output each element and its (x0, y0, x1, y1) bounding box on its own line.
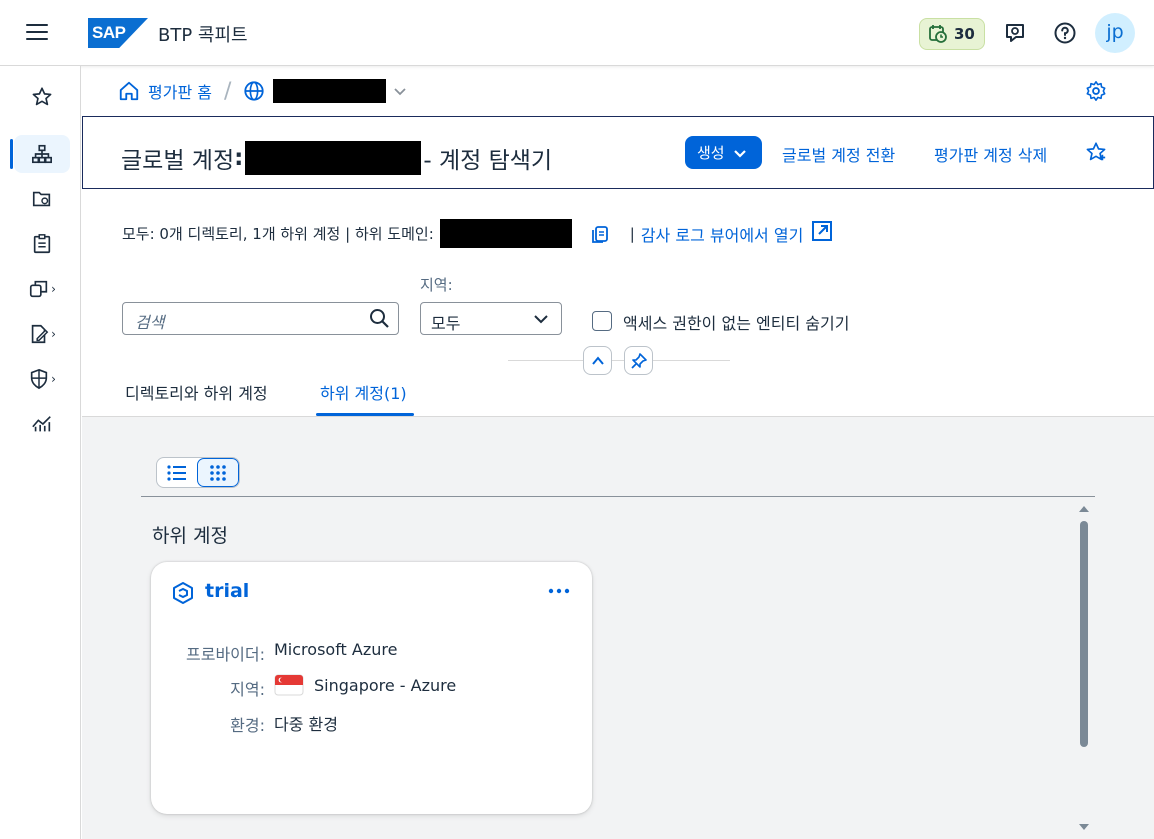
region-value: Singapore - Azure (314, 676, 457, 695)
scroll-up-icon[interactable] (1076, 503, 1092, 515)
nav-services[interactable]: › (14, 270, 70, 308)
search-input[interactable]: 검색 (122, 302, 399, 335)
object-header: 글로벌 계정 : - 계정 탐색기 생성 글로벌 계정 전환 평가판 계정 삭제 (82, 116, 1154, 189)
list-icon (167, 464, 186, 481)
nav-connectivity[interactable]: › (14, 315, 70, 353)
globe-icon[interactable] (243, 80, 265, 102)
list-view-button[interactable] (157, 458, 197, 487)
calendar-clock-icon (929, 25, 947, 43)
pin-icon (630, 352, 647, 369)
analytics-icon (32, 416, 51, 432)
nav-boosters[interactable] (14, 180, 70, 218)
environment-label: 환경: (230, 716, 265, 735)
page-title-colon: : (234, 145, 244, 171)
product-title: BTP 콕피트 (158, 25, 248, 46)
more-options-icon[interactable] (547, 582, 571, 600)
nav-usage-analytics[interactable] (14, 405, 70, 443)
create-button-label: 생성 (697, 144, 725, 162)
summary-text: 모두: 0개 디렉토리, 1개 하위 계정 | 하위 도메인: (122, 225, 434, 243)
region-filter-label: 지역: (420, 276, 453, 294)
chevron-up-icon (591, 355, 604, 365)
page-title-suffix: - 계정 탐색기 (423, 148, 553, 174)
subaccount-name-link[interactable]: trial (205, 580, 249, 602)
subaccount-icon (173, 582, 193, 604)
breadcrumb: 평가판 홈 / (82, 67, 1154, 115)
shield-icon (30, 368, 48, 390)
chevron-down-icon (534, 315, 548, 324)
provider-field: 프로바이더: (151, 641, 265, 664)
create-button[interactable]: 생성 (685, 136, 762, 169)
page-title-prefix: 글로벌 계정 (121, 148, 235, 174)
info-separator: | (629, 224, 635, 243)
collapse-header-button[interactable] (583, 346, 612, 375)
environment-field: 환경: (151, 712, 265, 735)
breadcrumb-home[interactable]: 평가판 홈 (148, 79, 212, 103)
audit-log-link[interactable]: 감사 로그 뷰어에서 열기 (641, 222, 803, 246)
tab-subaccounts[interactable]: 하위 계정(1) (320, 380, 407, 404)
scroll-down-icon[interactable] (1076, 821, 1092, 833)
hide-inaccessible-checkbox[interactable] (592, 311, 612, 331)
settings-icon[interactable] (1085, 80, 1107, 102)
nav-service-marketplace[interactable] (14, 225, 70, 263)
redacted-account-name (273, 79, 387, 103)
redacted-subdomain (439, 219, 572, 248)
edit-document-icon (31, 324, 49, 344)
hierarchy-icon (32, 144, 52, 164)
side-navigation: › › › (0, 66, 81, 839)
redacted-global-account (245, 141, 422, 175)
copy-icon[interactable] (590, 224, 610, 244)
chevron-right-icon: › (51, 327, 56, 341)
nav-security[interactable]: › (14, 360, 70, 398)
folder-search-icon (32, 191, 51, 207)
view-mode-toggle (156, 457, 240, 488)
region-select[interactable]: 모두 (420, 302, 562, 335)
shell-bar: SAP BTP 콕피트 30 jp (0, 0, 1154, 66)
external-link-icon[interactable] (811, 220, 833, 242)
pin-header-button[interactable] (624, 346, 653, 375)
header-divider (508, 360, 730, 361)
section-title: 하위 계정 (152, 525, 228, 547)
sap-logo[interactable]: SAP (88, 18, 148, 48)
switch-global-account-link[interactable]: 글로벌 계정 전환 (782, 142, 895, 166)
trial-days-count: 30 (954, 25, 975, 43)
chevron-right-icon: › (51, 372, 56, 386)
page-title: 글로벌 계정 : - 계정 탐색기 (121, 141, 552, 175)
user-avatar[interactable]: jp (1095, 13, 1135, 53)
region-select-value: 모두 (431, 314, 461, 333)
environment-value: 다중 환경 (274, 715, 338, 734)
region-label: 지역: (230, 680, 265, 699)
scrollbar-thumb[interactable] (1080, 521, 1088, 747)
instances-icon (30, 280, 48, 298)
singapore-flag-icon (274, 674, 304, 696)
summary-row: 모두: 0개 디렉토리, 1개 하위 계정 | 하위 도메인: | 감사 로그 … (122, 219, 833, 248)
hide-inaccessible-label[interactable]: 액세스 권한이 없는 엔티티 숨기기 (623, 310, 849, 334)
vertical-scrollbar[interactable] (1076, 503, 1092, 839)
content-area: 하위 계정 trial 프로바이더: Microsoft Azure 지역: S… (82, 417, 1154, 839)
grid-icon (210, 464, 226, 481)
search-icon[interactable] (369, 308, 389, 328)
help-icon[interactable] (1053, 21, 1077, 45)
search-placeholder: 검색 (135, 313, 165, 332)
breadcrumb-separator: / (223, 78, 232, 104)
home-icon[interactable] (118, 80, 140, 102)
subaccount-card[interactable]: trial 프로바이더: Microsoft Azure 지역: Singapo… (151, 562, 592, 814)
chevron-down-icon[interactable] (392, 83, 408, 99)
chevron-down-icon (733, 149, 746, 158)
star-icon (32, 87, 52, 106)
region-field: 지역: (151, 676, 265, 699)
tab-directories-subaccounts[interactable]: 디렉토리와 하위 계정 (125, 380, 268, 404)
trial-days-badge[interactable]: 30 (919, 18, 985, 50)
tile-view-button[interactable] (197, 458, 239, 487)
nav-account-explorer[interactable] (10, 135, 70, 173)
menu-icon[interactable] (26, 24, 48, 42)
provider-value: Microsoft Azure (274, 640, 398, 659)
nav-favorites[interactable] (14, 78, 70, 116)
feedback-icon[interactable] (1003, 21, 1027, 45)
delete-trial-account-link[interactable]: 평가판 계정 삭제 (934, 142, 1047, 166)
content-divider (141, 496, 1095, 497)
provider-label: 프로바이더: (186, 645, 265, 664)
favorite-star-icon[interactable] (1085, 141, 1107, 163)
chevron-right-icon: › (51, 282, 56, 296)
clipboard-icon (33, 234, 51, 254)
